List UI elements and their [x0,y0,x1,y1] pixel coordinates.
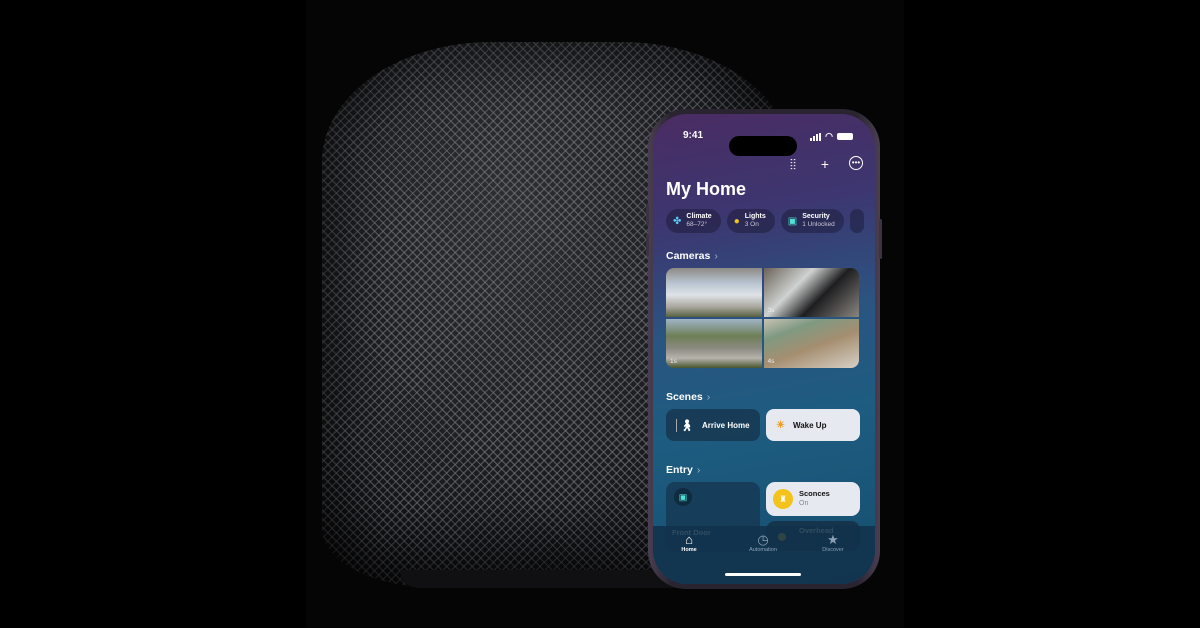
chevron-right-icon: › [706,391,711,403]
lock-icon: ▣ [674,488,692,506]
section-scenes[interactable]: Scenes › [666,391,710,403]
side-button [879,219,882,259]
accessory-sconces[interactable]: ♜ Sconces On [766,482,860,516]
more-icon[interactable]: ••• [849,156,863,170]
camera-timestamp: 3s [767,307,775,314]
star-icon: ★ [827,532,839,547]
signal-icon [810,132,822,141]
scene-label: Arrive Home [701,420,750,430]
scene-label: Wake Up [792,420,827,430]
tab-label: Discover [822,547,844,553]
lock-icon: ▣ [787,215,798,227]
camera-feed[interactable]: 4s [763,319,859,368]
pill-more[interactable] [849,209,864,233]
scene-arrive-home[interactable]: 🚶︎ Arrive Home [666,409,760,441]
dynamic-island [729,136,797,156]
tab-bar: ⌂ Home ◷ Automation ★ Discover [653,526,875,584]
house-icon: ⌂ [685,532,693,547]
camera-grid: 3s 1s 4s [666,268,859,368]
waveform-icon[interactable]: ⦙⦙ [785,156,801,172]
section-entry[interactable]: Entry › [666,464,700,476]
scene-wake-up[interactable]: ☀ Wake Up [766,409,860,441]
iphone: 9:41 ◠ ⦙⦙ + ••• My Home ✤ Climate 68–72° … [646,109,882,589]
pill-climate[interactable]: ✤ Climate 68–72° [666,209,721,233]
pill-title: Lights [744,213,766,220]
tab-label: Home [681,547,697,553]
pill-title: Climate [686,213,712,220]
camera-feed[interactable]: 3s [763,268,859,317]
camera-timestamp: 4s [767,358,775,365]
volume-up-button [646,204,649,226]
section-title: Entry [666,464,693,476]
pill-subtitle: 1 Unlocked [802,221,835,228]
volume-down-button [646,234,649,256]
tab-automation[interactable]: ◷ Automation [738,532,788,553]
chevron-right-icon: › [696,464,701,476]
clock-check-icon: ◷ [757,532,769,547]
sunrise-icon: ☀ [776,419,785,431]
pill-subtitle: 68–72° [686,221,708,228]
status-bar: 9:41 ◠ [653,128,875,156]
pill-title: Security [802,213,830,220]
tab-discover[interactable]: ★ Discover [808,532,858,553]
pill-security[interactable]: ▣ Security 1 Unlocked [780,209,844,233]
plus-icon[interactable]: + [817,156,833,172]
camera-feed[interactable]: 1s [666,319,762,368]
chevron-right-icon: › [714,250,718,262]
camera-feed[interactable] [666,268,762,317]
page-title: My Home [666,179,747,199]
status-pills: ✤ Climate 68–72° ● Lights 3 On ▣ Security 1… [666,209,864,233]
accessory-name: Sconces [799,489,830,498]
section-title: Scenes [666,391,703,403]
status-time: 9:41 [683,130,704,141]
home-app-screen: 9:41 ◠ ⦙⦙ + ••• My Home ✤ Climate 68–72° … [653,114,875,584]
fan-icon: ✤ [673,215,682,227]
pill-lights[interactable]: ● Lights 3 On [726,209,775,233]
wifi-icon: ◠ [825,131,833,141]
tab-home[interactable]: ⌂ Home [664,532,714,553]
battery-icon [837,133,853,140]
accessory-state: On [799,500,809,507]
bulb-icon: ● [733,215,740,227]
toolbar: ⦙⦙ + ••• [785,156,863,172]
section-title: Cameras [666,250,711,262]
tab-label: Automation [749,547,777,553]
pill-subtitle: 3 On [744,221,759,228]
section-cameras[interactable]: Cameras › [666,250,718,262]
sconce-light-icon: ♜ [773,489,793,509]
walking-person-icon: 🚶︎ [676,418,694,432]
camera-timestamp: 1s [670,358,677,365]
home-indicator[interactable] [725,573,801,576]
